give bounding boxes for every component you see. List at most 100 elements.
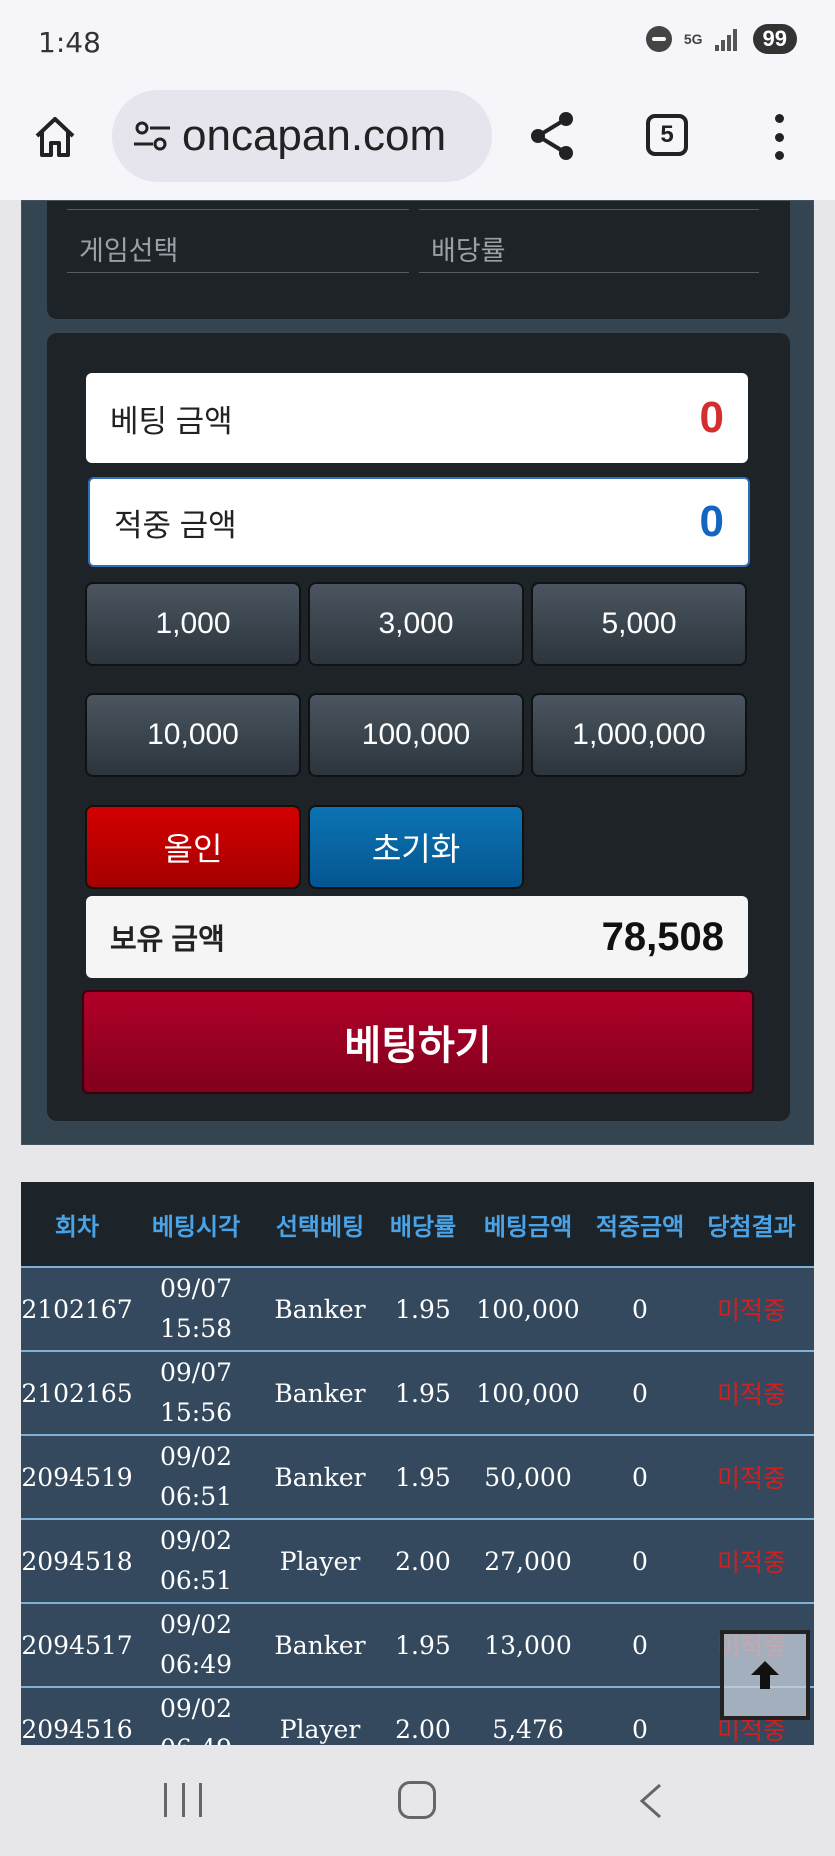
- recents-icon[interactable]: [164, 1783, 202, 1817]
- cell-odds: 2.00: [395, 1714, 451, 1744]
- table-row: 2102165 09/07 15:56 Banker 1.95 100,000 0…: [21, 1350, 814, 1434]
- cell-pick: Banker: [274, 1630, 366, 1660]
- chip-button-10000[interactable]: 10,000: [85, 693, 301, 777]
- bet-amount-box: 베팅 금액 0: [86, 373, 748, 463]
- cell-time: 09/02 06:51: [159, 1526, 233, 1595]
- cell-time: 09/07 15:56: [159, 1358, 233, 1427]
- betting-panel: 게임선택 배당률 베팅 금액 0 적중 금액 0 1,000 3,000 5,0…: [21, 200, 814, 1145]
- page-content: 게임선택 배당률 베팅 금액 0 적중 금액 0 1,000 3,000 5,0…: [0, 200, 835, 1745]
- back-icon[interactable]: [636, 1781, 666, 1821]
- cell-pick: Banker: [274, 1294, 366, 1324]
- chip-button-1000[interactable]: 1,000: [85, 582, 301, 666]
- cell-pick: Player: [279, 1546, 361, 1576]
- signal-icon: [714, 27, 741, 51]
- odds-field: 배당률: [419, 217, 759, 273]
- tune-icon[interactable]: [132, 119, 172, 153]
- header-win-amount: 적중금액: [595, 1213, 685, 1241]
- cell-odds: 1.95: [395, 1294, 451, 1324]
- cell-win: 0: [632, 1462, 648, 1492]
- cell-round: 2094516: [21, 1714, 133, 1744]
- bet-amount-value: 0: [699, 393, 724, 442]
- cell-pick: Banker: [274, 1378, 366, 1408]
- game-select-field[interactable]: 게임선택: [67, 217, 409, 273]
- address-bar[interactable]: oncapan.com: [112, 90, 492, 182]
- cell-round: 2094519: [21, 1462, 133, 1492]
- cell-time: 09/0206:49: [159, 1694, 233, 1745]
- header-odds: 배당률: [389, 1213, 457, 1241]
- table-row: 2094517 09/02 06:49 Banker 1.95 13,000 0 …: [21, 1602, 814, 1686]
- balance-value: 78,508: [601, 914, 724, 959]
- place-bet-button[interactable]: 베팅하기: [82, 990, 754, 1094]
- cell-round: 2102167: [21, 1294, 133, 1324]
- table-row: 2094519 09/02 06:51 Banker 1.95 50,000 0 …: [21, 1434, 814, 1518]
- cell-pick: Banker: [274, 1462, 366, 1492]
- chip-button-100000[interactable]: 100,000: [308, 693, 524, 777]
- status-icons: 5G 99: [645, 24, 797, 54]
- nav-home-icon[interactable]: [398, 1781, 436, 1819]
- cell-pick: Player: [279, 1714, 361, 1744]
- chip-button-3000[interactable]: 3,000: [308, 582, 524, 666]
- cell-result: 미적중: [716, 1465, 786, 1493]
- status-time: 1:48: [38, 26, 101, 59]
- table-row: 2094518 09/02 06:51 Player 2.00 27,000 0 …: [21, 1518, 814, 1602]
- network-label: 5G: [683, 31, 703, 47]
- home-icon[interactable]: [32, 114, 78, 160]
- table-header: 회차 베팅시각 선택베팅 배당률 베팅금액 적중금액 당첨결과: [21, 1182, 814, 1266]
- cell-bet: 100,000: [476, 1294, 580, 1324]
- system-nav-bar: [0, 1745, 835, 1856]
- cell-win: 0: [632, 1630, 648, 1660]
- cell-win: 0: [632, 1294, 648, 1324]
- header-pick: 선택베팅: [275, 1213, 365, 1241]
- bet-input-panel: 베팅 금액 0 적중 금액 0 1,000 3,000 5,000 10,000…: [47, 333, 790, 1121]
- cell-odds: 1.95: [395, 1462, 451, 1492]
- do-not-disturb-icon: [645, 26, 672, 52]
- browser-toolbar: oncapan.com 5: [0, 84, 835, 200]
- balance-box: 보유 금액 78,508: [86, 896, 748, 978]
- tabs-icon[interactable]: 5: [646, 114, 688, 156]
- cell-bet: 5,476: [492, 1714, 564, 1744]
- cell-result: 미적중: [716, 1549, 786, 1577]
- cell-win: 0: [632, 1714, 648, 1744]
- cell-bet: 13,000: [484, 1630, 572, 1660]
- balance-label: 보유 금액: [110, 924, 225, 956]
- game-select-panel: 게임선택 배당률: [47, 201, 790, 319]
- cell-bet: 50,000: [484, 1462, 572, 1492]
- cell-result: 미적중: [716, 1381, 786, 1409]
- header-bet-amount: 베팅금액: [483, 1213, 573, 1241]
- win-amount-box: 적중 금액 0: [88, 477, 750, 567]
- bet-history-table: 회차 베팅시각 선택베팅 배당률 베팅금액 적중금액 당첨결과 2102167 …: [21, 1182, 814, 1745]
- win-amount-value: 0: [699, 497, 724, 546]
- cell-time: 09/02 06:51: [159, 1442, 233, 1511]
- header-bet-time: 베팅시각: [151, 1213, 241, 1241]
- cell-time: 09/07 15:58: [159, 1274, 233, 1343]
- cell-bet: 100,000: [476, 1378, 580, 1408]
- share-icon[interactable]: [528, 110, 576, 162]
- win-amount-label: 적중 금액: [114, 507, 237, 543]
- all-in-button[interactable]: 올인: [85, 805, 301, 889]
- chip-button-5000[interactable]: 5,000: [531, 582, 747, 666]
- reset-button[interactable]: 초기화: [308, 805, 524, 889]
- cell-time: 09/0206:49: [159, 1610, 233, 1679]
- cell-result: 미적중: [716, 1297, 786, 1325]
- bet-amount-label: 베팅 금액: [110, 403, 233, 439]
- url-text: oncapan.com: [182, 111, 447, 160]
- scroll-top-button[interactable]: [720, 1630, 810, 1720]
- cell-odds: 1.95: [395, 1378, 451, 1408]
- cell-win: 0: [632, 1378, 648, 1408]
- cell-round: 2094517: [21, 1630, 133, 1660]
- chip-button-1000000[interactable]: 1,000,000: [531, 693, 747, 777]
- cell-round: 2094518: [21, 1546, 133, 1576]
- cell-odds: 1.95: [395, 1630, 451, 1660]
- table-row: 2094516 09/0206:49 Player 2.00 5,476 0 미…: [21, 1686, 814, 1745]
- more-vert-icon[interactable]: [772, 114, 786, 160]
- header-result: 당첨결과: [707, 1213, 796, 1241]
- battery-badge: 99: [752, 24, 797, 54]
- arrow-up-icon: [751, 1661, 779, 1689]
- header-round: 회차: [54, 1213, 100, 1241]
- cell-win: 0: [632, 1546, 648, 1576]
- cell-round: 2102165: [21, 1378, 133, 1408]
- cell-odds: 2.00: [395, 1546, 451, 1576]
- table-row: 2102167 09/07 15:58 Banker 1.95 100,000 0…: [21, 1266, 814, 1350]
- status-bar: 1:48 5G 99: [0, 0, 835, 84]
- cell-bet: 27,000: [484, 1546, 572, 1576]
